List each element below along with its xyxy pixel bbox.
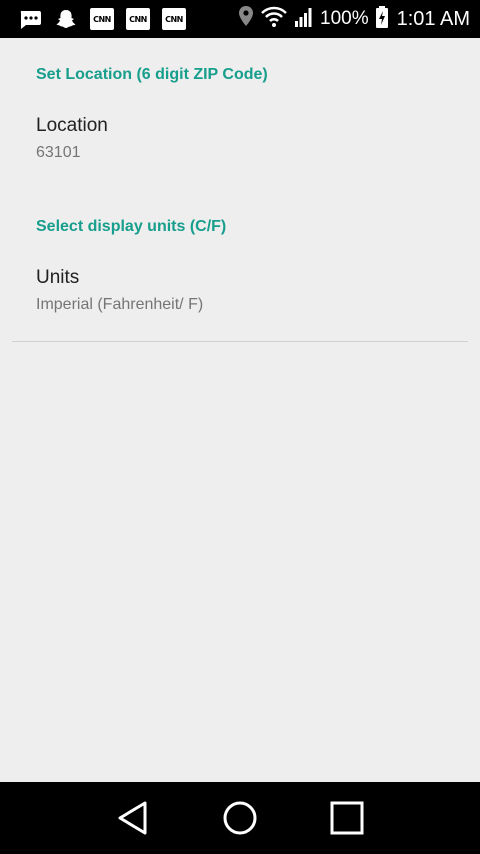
wifi-icon (260, 6, 288, 33)
home-button[interactable] (218, 796, 262, 840)
location-value: 63101 (36, 144, 81, 161)
units-preference[interactable]: Units Imperial (Fahrenheit/ F) (0, 250, 480, 330)
divider (12, 341, 468, 342)
navigation-bar (0, 782, 480, 854)
location-category-header: Set Location (6 digit ZIP Code) (36, 66, 268, 83)
units-value: Imperial (Fahrenheit/ F) (36, 296, 204, 313)
battery-percent: 100% (320, 8, 369, 29)
cnn-icon: CNN (162, 8, 186, 30)
notification-icons: CNN CNN CNN (0, 7, 186, 31)
message-icon (18, 7, 42, 31)
signal-icon (294, 6, 314, 33)
units-title: Units (36, 267, 80, 288)
location-preference[interactable]: Location 63101 (0, 98, 480, 178)
cnn-icon: CNN (90, 8, 114, 30)
units-category-header: Select display units (C/F) (36, 218, 227, 235)
status-bar: CNN CNN CNN 100% 1:01 AM (0, 0, 480, 38)
recents-button[interactable] (325, 796, 369, 840)
settings-screen: Set Location (6 digit ZIP Code) Location… (0, 38, 480, 782)
cnn-icon: CNN (126, 8, 150, 30)
location-title: Location (36, 115, 108, 136)
system-status: 100% 1:01 AM (238, 5, 480, 34)
battery-charging-icon (375, 5, 389, 34)
snapchat-icon (54, 7, 78, 31)
location-icon (238, 5, 254, 34)
back-button[interactable] (111, 796, 155, 840)
clock: 1:01 AM (396, 7, 470, 30)
